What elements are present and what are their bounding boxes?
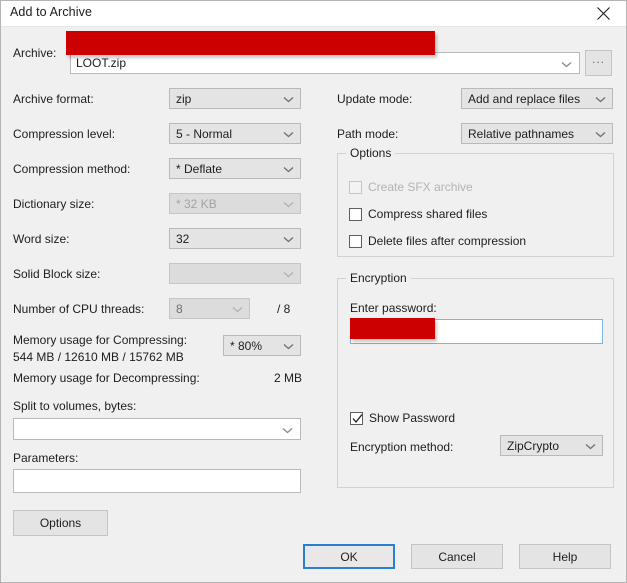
- archive-browse-button[interactable]: ...: [585, 50, 612, 76]
- checkbox-label: Create SFX archive: [368, 180, 473, 194]
- title-bar: Add to Archive: [1, 1, 626, 27]
- close-icon: [597, 7, 610, 20]
- checkbox-box-icon: [349, 234, 362, 248]
- cpu-threads-value: 8: [176, 302, 183, 316]
- checkbox-box-icon: [349, 180, 362, 194]
- archive-format-combo[interactable]: zip: [169, 88, 301, 109]
- chevron-down-icon: [283, 336, 294, 357]
- archive-format-value: zip: [176, 92, 192, 106]
- chevron-down-icon: [283, 89, 294, 110]
- memory-usage-percent-value: * 80%: [230, 339, 263, 353]
- memory-usage-percent-combo[interactable]: * 80%: [223, 335, 301, 356]
- options-group: Options Create SFX archive Compress shar…: [337, 146, 614, 257]
- window-title: Add to Archive: [10, 5, 93, 19]
- chevron-down-icon: [232, 299, 243, 320]
- dictionary-size-label: Dictionary size:: [13, 197, 95, 211]
- update-mode-value: Add and replace files: [468, 92, 581, 106]
- path-mode-value: Relative pathnames: [468, 127, 575, 141]
- encryption-method-combo[interactable]: ZipCrypto: [500, 435, 603, 456]
- checkbox-delete-files-after-compression[interactable]: Delete files after compression: [349, 234, 526, 248]
- parameters-input[interactable]: [13, 469, 301, 493]
- options-button[interactable]: Options: [13, 510, 108, 536]
- chevron-down-icon: [283, 159, 294, 180]
- cpu-threads-max-label: / 8: [277, 302, 291, 316]
- checkbox-label: Delete files after compression: [368, 234, 527, 248]
- path-mode-label: Path mode:: [337, 127, 399, 141]
- checkbox-box-checked-icon: [350, 411, 363, 425]
- checkbox-label: Compress shared files: [368, 207, 488, 221]
- ok-button[interactable]: OK: [303, 544, 395, 569]
- cancel-button[interactable]: Cancel: [411, 544, 503, 569]
- update-mode-label: Update mode:: [337, 92, 413, 106]
- path-mode-combo[interactable]: Relative pathnames: [461, 123, 613, 144]
- ok-button-label: OK: [340, 549, 358, 564]
- chevron-down-icon: [561, 53, 572, 75]
- help-button[interactable]: Help: [519, 544, 611, 569]
- chevron-down-icon: [595, 89, 606, 110]
- word-size-value: 32: [176, 232, 190, 246]
- solid-block-size-label: Solid Block size:: [13, 267, 101, 281]
- options-group-title: Options: [346, 146, 396, 160]
- checkbox-show-password[interactable]: Show Password: [350, 411, 455, 425]
- compression-method-combo[interactable]: * Deflate: [169, 158, 301, 179]
- chevron-down-icon: [283, 264, 294, 285]
- password-redaction: [350, 318, 435, 339]
- compression-level-value: 5 - Normal: [176, 127, 233, 141]
- dictionary-size-value: * 32 KB: [176, 197, 217, 211]
- checkbox-compress-shared-files[interactable]: Compress shared files: [349, 207, 487, 221]
- archive-path-redaction: [66, 31, 435, 55]
- memory-compressing-detail: 544 MB / 12610 MB / 15762 MB: [13, 350, 184, 364]
- chevron-down-icon: [283, 124, 294, 145]
- split-volumes-combo[interactable]: [13, 418, 301, 440]
- enter-password-label: Enter password:: [350, 301, 437, 315]
- memory-compressing-label: Memory usage for Compressing:: [13, 333, 188, 347]
- chevron-down-icon: [585, 436, 596, 457]
- chevron-down-icon: [283, 194, 294, 215]
- memory-decompressing-label: Memory usage for Decompressing:: [13, 371, 200, 385]
- archive-path-combo[interactable]: LOOT.zip: [70, 52, 580, 74]
- dictionary-size-combo: * 32 KB: [169, 193, 301, 214]
- close-button[interactable]: [581, 1, 626, 26]
- cancel-button-label: Cancel: [438, 549, 476, 564]
- archive-format-label: Archive format:: [13, 92, 94, 106]
- checkbox-label: Show Password: [369, 411, 456, 425]
- split-volumes-label: Split to volumes, bytes:: [13, 399, 137, 413]
- memory-decompressing-value: 2 MB: [274, 371, 303, 385]
- options-button-label: Options: [39, 516, 82, 530]
- compression-method-label: Compression method:: [13, 162, 131, 176]
- compression-method-value: * Deflate: [176, 162, 223, 176]
- update-mode-combo[interactable]: Add and replace files: [461, 88, 613, 109]
- compression-level-label: Compression level:: [13, 127, 116, 141]
- word-size-combo[interactable]: 32: [169, 228, 301, 249]
- cpu-threads-label: Number of CPU threads:: [13, 302, 145, 316]
- encryption-method-value: ZipCrypto: [507, 439, 560, 453]
- browse-ellipsis-label: ...: [591, 52, 605, 66]
- chevron-down-icon: [595, 124, 606, 145]
- solid-block-size-combo: [169, 263, 301, 284]
- encryption-group: Encryption Enter password: Show Password…: [337, 271, 614, 488]
- chevron-down-icon: [282, 419, 293, 441]
- checkbox-box-icon: [349, 207, 362, 221]
- encryption-group-title: Encryption: [346, 271, 411, 285]
- archive-path-value: LOOT.zip: [76, 56, 127, 70]
- word-size-label: Word size:: [13, 232, 70, 246]
- chevron-down-icon: [283, 229, 294, 250]
- compression-level-combo[interactable]: 5 - Normal: [169, 123, 301, 144]
- help-button-label: Help: [552, 549, 578, 564]
- checkbox-create-sfx-archive: Create SFX archive: [349, 180, 473, 194]
- encryption-method-label: Encryption method:: [350, 440, 454, 454]
- archive-label: Archive:: [13, 46, 57, 60]
- parameters-label: Parameters:: [13, 451, 79, 465]
- cpu-threads-combo[interactable]: 8: [169, 298, 250, 319]
